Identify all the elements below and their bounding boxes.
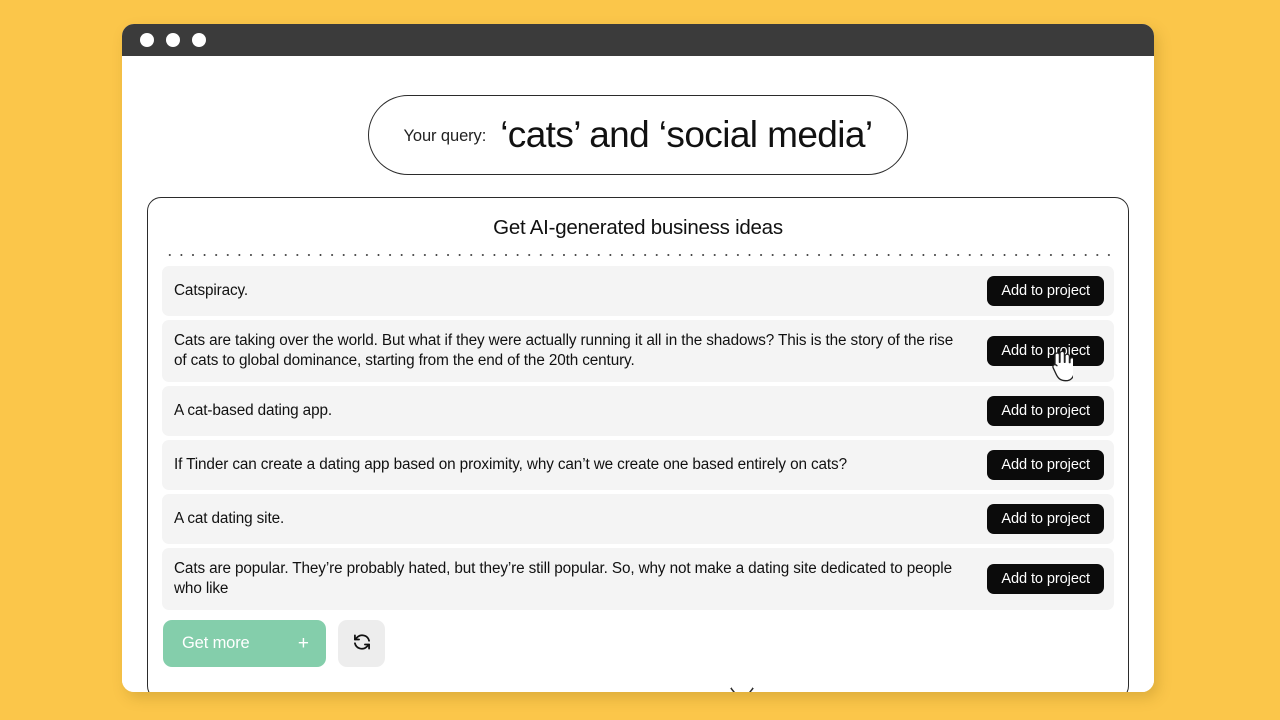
refresh-icon (352, 632, 372, 655)
query-value: ‘cats’ and ‘social media’ (500, 114, 873, 155)
list-item: If Tinder can create a dating app based … (162, 440, 1114, 490)
ideas-card: Get AI-generated business ideas Catspira… (147, 197, 1129, 692)
maximize-icon[interactable] (192, 33, 206, 47)
refresh-button[interactable] (338, 620, 385, 667)
ideas-list: Catspiracy. Add to project Cats are taki… (162, 266, 1114, 610)
plus-icon: + (297, 633, 309, 654)
dotted-divider (164, 254, 1112, 256)
idea-text: If Tinder can create a dating app based … (174, 455, 847, 473)
add-to-project-button[interactable]: Add to project (987, 450, 1104, 480)
browser-window: Your query: ‘cats’ and ‘social media’ Ge… (122, 24, 1154, 692)
get-more-label: Get more (182, 634, 250, 652)
get-more-button[interactable]: Get more + (163, 620, 326, 667)
add-to-project-button[interactable]: Add to project (987, 504, 1104, 534)
query-pill[interactable]: Your query: ‘cats’ and ‘social media’ (368, 95, 908, 175)
list-item: Cats are taking over the world. But what… (162, 320, 1114, 382)
browser-content: Your query: ‘cats’ and ‘social media’ Ge… (122, 56, 1154, 692)
window-titlebar (122, 24, 1154, 56)
add-to-project-button[interactable]: Add to project (987, 276, 1104, 306)
idea-text: A cat-based dating app. (174, 401, 332, 419)
idea-text: A cat dating site. (174, 509, 285, 527)
idea-text: Cats are taking over the world. But what… (174, 331, 954, 370)
page-title: Get AI-generated business ideas (493, 216, 783, 239)
list-item: Catspiracy. Add to project (162, 266, 1114, 316)
card-actions: Get more + (162, 620, 1114, 667)
list-item: A cat-based dating app. Add to project (162, 386, 1114, 436)
add-to-project-button[interactable]: Add to project (987, 396, 1104, 426)
list-item: Cats are popular. They’re probably hated… (162, 548, 1114, 610)
close-icon[interactable] (140, 33, 154, 47)
query-label: Your query: (403, 127, 487, 145)
add-to-project-button[interactable]: Add to project (987, 336, 1104, 366)
idea-text: Catspiracy. (174, 281, 249, 299)
minimize-icon[interactable] (166, 33, 180, 47)
list-item: A cat dating site. Add to project (162, 494, 1114, 544)
idea-text: Cats are popular. They’re probably hated… (174, 559, 952, 598)
add-to-project-button[interactable]: Add to project (987, 564, 1104, 594)
